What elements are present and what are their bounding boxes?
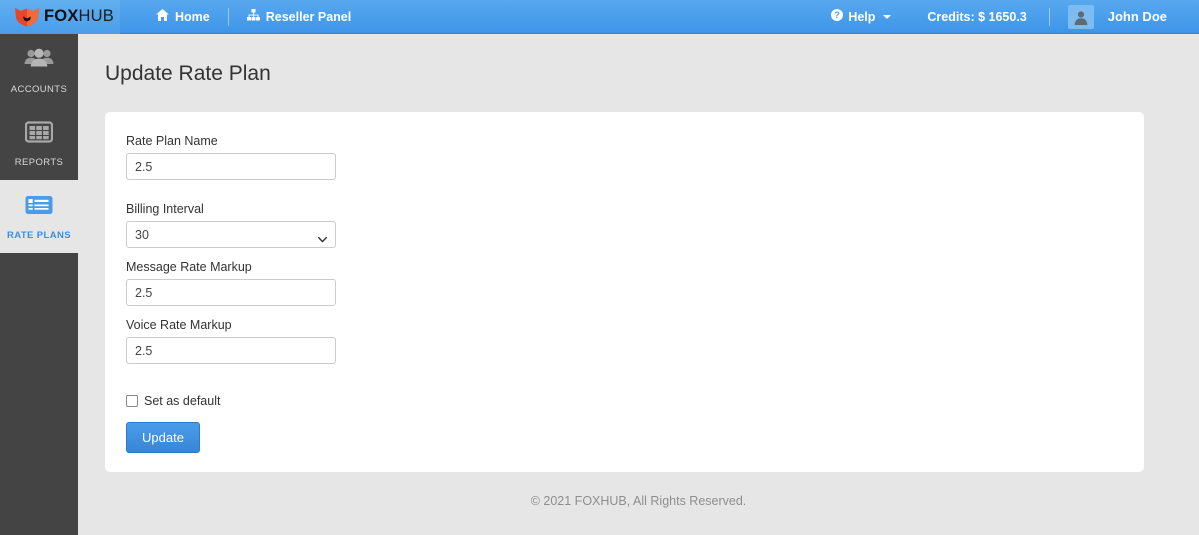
svg-text:?: ? — [835, 10, 841, 20]
table-grid-icon — [24, 120, 54, 149]
nav-link-home-label: Home — [175, 9, 210, 24]
rate-plan-name-input[interactable] — [126, 153, 336, 180]
field-group-message-rate-markup: Message Rate Markup — [126, 260, 1144, 306]
navbar-right: ? Help Credits: $ 1650.3 John Doe — [813, 0, 1199, 34]
brand-text-hub: HUB — [78, 7, 114, 26]
billing-interval-label: Billing Interval — [126, 202, 204, 216]
credits-display[interactable]: Credits: $ 1650.3 — [909, 0, 1044, 34]
sidebar-item-reports[interactable]: REPORTS — [0, 107, 78, 180]
field-group-billing-interval: Billing Interval 30 — [126, 202, 1144, 248]
user-avatar-icon — [1067, 4, 1094, 29]
sidebar-item-accounts[interactable]: ACCOUNTS — [0, 34, 78, 107]
sidebar-item-rate-plans[interactable]: RATE PLANS — [0, 180, 78, 253]
brand-text-fox: FOX — [44, 7, 79, 26]
nav-link-reseller-panel-label: Reseller Panel — [265, 9, 352, 24]
page-title: Update Rate Plan — [105, 62, 271, 85]
brand-logo[interactable]: FOXHUB — [0, 0, 120, 34]
nav-link-home[interactable]: Home — [142, 0, 224, 34]
field-group-voice-rate-markup: Voice Rate Markup — [126, 318, 1144, 364]
voice-rate-markup-label: Voice Rate Markup — [126, 318, 232, 332]
help-menu[interactable]: ? Help — [813, 0, 909, 34]
set-as-default-label[interactable]: Set as default — [144, 394, 220, 408]
fox-head-icon — [14, 7, 40, 27]
brand-text: FOXHUB — [44, 8, 114, 25]
sitemap-icon — [246, 9, 260, 24]
navbar-divider — [227, 7, 229, 26]
field-group-rate-plan-name: Rate Plan Name — [126, 134, 1144, 180]
help-menu-label: Help — [848, 9, 876, 24]
caret-down-icon — [883, 14, 892, 19]
user-menu[interactable]: John Doe — [1054, 0, 1185, 34]
sidebar-item-rate-plans-label: RATE PLANS — [7, 229, 71, 241]
rate-plan-form-card: Rate Plan Name Billing Interval 30 Messa… — [105, 112, 1144, 472]
message-rate-markup-label: Message Rate Markup — [126, 260, 252, 274]
footer: © 2021 FOXHUB, All Rights Reserved. — [530, 494, 747, 508]
billing-interval-select[interactable]: 30 — [126, 221, 336, 248]
set-as-default-row: Set as default — [126, 394, 1144, 408]
question-circle-icon: ? — [831, 9, 844, 24]
home-icon — [156, 9, 169, 24]
navbar-links: Home Reseller Panel — [142, 0, 365, 34]
list-alt-icon — [24, 193, 54, 222]
sidebar: ACCOUNTS REPORTS RATE PLANS — [0, 34, 78, 535]
users-group-icon — [24, 47, 54, 76]
rate-plan-form: Rate Plan Name Billing Interval 30 Messa… — [105, 112, 1144, 453]
update-button[interactable]: Update — [126, 422, 200, 453]
user-name-label: John Doe — [1107, 9, 1167, 24]
top-navbar: FOXHUB Home Reseller Panel ? Help Credit… — [0, 0, 1199, 34]
sidebar-item-reports-label: REPORTS — [14, 156, 64, 168]
navbar-divider-2 — [1048, 7, 1050, 26]
main-content: Update Rate Plan Rate Plan Name Billing … — [78, 34, 1199, 535]
voice-rate-markup-input[interactable] — [126, 337, 336, 364]
set-as-default-checkbox[interactable] — [126, 395, 138, 407]
sidebar-item-accounts-label: ACCOUNTS — [10, 83, 68, 95]
rate-plan-name-label: Rate Plan Name — [126, 134, 218, 148]
message-rate-markup-input[interactable] — [126, 279, 336, 306]
credits-label: Credits: $ 1650.3 — [927, 9, 1027, 24]
nav-link-reseller-panel[interactable]: Reseller Panel — [233, 0, 365, 34]
billing-interval-select-wrapper: 30 — [126, 221, 336, 248]
